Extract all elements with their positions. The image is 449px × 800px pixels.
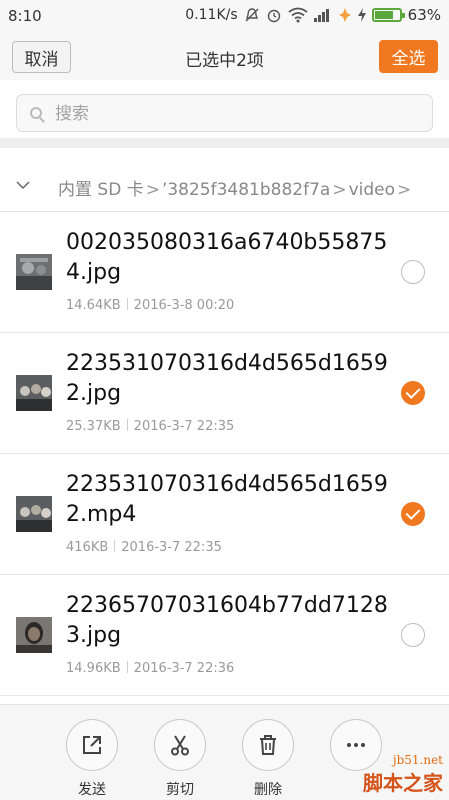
share-icon (83, 736, 101, 754)
meta-divider (126, 661, 128, 673)
select-checkbox-checked[interactable] (401, 381, 425, 405)
select-checkbox-checked[interactable] (401, 502, 425, 526)
meta-divider (126, 298, 128, 310)
select-checkbox[interactable] (401, 260, 425, 284)
file-date: 2016-3-7 22:35 (133, 419, 235, 434)
send-button[interactable]: 发送 (64, 719, 120, 799)
file-name: 002035080316a6740b558754.jpg (66, 230, 388, 285)
delete-button[interactable]: 删除 (240, 719, 296, 799)
file-size: 14.64KB (66, 298, 121, 313)
file-thumbnail (16, 375, 52, 411)
breadcrumb-path: 内置 SD 卡 > ’3825f3481b882f7a > video > (58, 175, 413, 200)
send-circle[interactable] (66, 719, 118, 771)
watermark-site: jb51.net (392, 753, 443, 767)
watermark-brand: 脚本之家 (363, 771, 443, 795)
list-item[interactable]: 223531070316d4d565d16592.jpg 25.37KB 2016… (0, 333, 449, 454)
meta-divider (114, 540, 116, 552)
search-input[interactable] (55, 102, 415, 126)
delete-circle[interactable] (242, 719, 294, 771)
search-icon (30, 107, 42, 119)
file-meta: 14.96KB 2016-3-7 22:36 (66, 661, 234, 676)
cut-circle[interactable] (154, 719, 206, 771)
breadcrumb-folder[interactable]: ’3825f3481b882f7a (162, 180, 330, 200)
file-thumbnail (16, 617, 52, 653)
send-label: 发送 (78, 782, 106, 798)
delete-label: 删除 (254, 782, 282, 798)
select-checkbox[interactable] (401, 623, 425, 647)
file-size: 25.37KB (66, 419, 121, 434)
list-item[interactable]: 22365707031604b77dd71283.jpg 14.96KB 2016… (0, 575, 449, 696)
charging-icon (357, 8, 366, 22)
breadcrumb-separator: > (397, 180, 412, 200)
notification-icon (338, 8, 351, 22)
file-list: 002035080316a6740b558754.jpg 14.64KB 2016… (0, 212, 449, 696)
file-thumbnail (16, 496, 52, 532)
file-date: 2016-3-7 22:35 (121, 540, 222, 555)
meta-divider (126, 419, 128, 431)
list-item[interactable]: 002035080316a6740b558754.jpg 14.64KB 2016… (0, 212, 449, 333)
cut-button[interactable]: 剪切 (152, 719, 208, 799)
alarm-icon (267, 9, 280, 23)
file-meta: 416KB 2016-3-7 22:35 (66, 540, 222, 555)
file-name: 223531070316d4d565d16592.jpg (66, 351, 388, 406)
breadcrumb-separator: > (332, 180, 347, 200)
search-area (0, 80, 449, 148)
battery-percent: 63% (407, 6, 441, 24)
status-bar: 8:10 0.11K/s 63% (0, 0, 449, 34)
trash-icon (260, 735, 276, 755)
status-time: 8:10 (8, 7, 42, 25)
wifi-icon (288, 7, 308, 23)
file-date: 2016-3-7 22:36 (133, 661, 235, 676)
file-size: 416KB (66, 540, 109, 555)
chevron-down-icon[interactable] (16, 178, 30, 192)
file-meta: 25.37KB 2016-3-7 22:35 (66, 419, 234, 434)
file-name: 22365707031604b77dd71283.jpg (66, 593, 388, 648)
scissors-icon (171, 735, 189, 756)
status-indicators: 0.11K/s 63% (185, 6, 441, 24)
breadcrumb: 内置 SD 卡 > ’3825f3481b882f7a > video > (0, 158, 449, 212)
file-thumbnail (16, 254, 52, 290)
breadcrumb-separator: > (145, 180, 160, 200)
cut-label: 剪切 (166, 782, 194, 798)
file-date: 2016-3-8 00:20 (133, 298, 235, 313)
mute-icon (245, 8, 259, 22)
battery-icon (371, 8, 405, 22)
search-box[interactable] (16, 94, 433, 132)
breadcrumb-current[interactable]: video (349, 180, 395, 200)
file-size: 14.96KB (66, 661, 121, 676)
select-all-button[interactable]: 全选 (379, 40, 438, 73)
signal-icon (313, 9, 329, 22)
header-bar: 取消 已选中2项 全选 (0, 34, 449, 80)
file-meta: 14.64KB 2016-3-8 00:20 (66, 298, 234, 313)
watermark: jb51.net 脚本之家 (363, 753, 443, 796)
list-item[interactable]: 223531070316d4d565d16592.mp4 416KB 2016-3… (0, 454, 449, 575)
file-name: 223531070316d4d565d16592.mp4 (66, 472, 388, 527)
breadcrumb-root[interactable]: 内置 SD 卡 (58, 180, 144, 200)
network-speed: 0.11K/s (185, 7, 238, 23)
bottom-toolbar: 发送 剪切 删除 jb51.net 脚本之家 (0, 704, 449, 800)
